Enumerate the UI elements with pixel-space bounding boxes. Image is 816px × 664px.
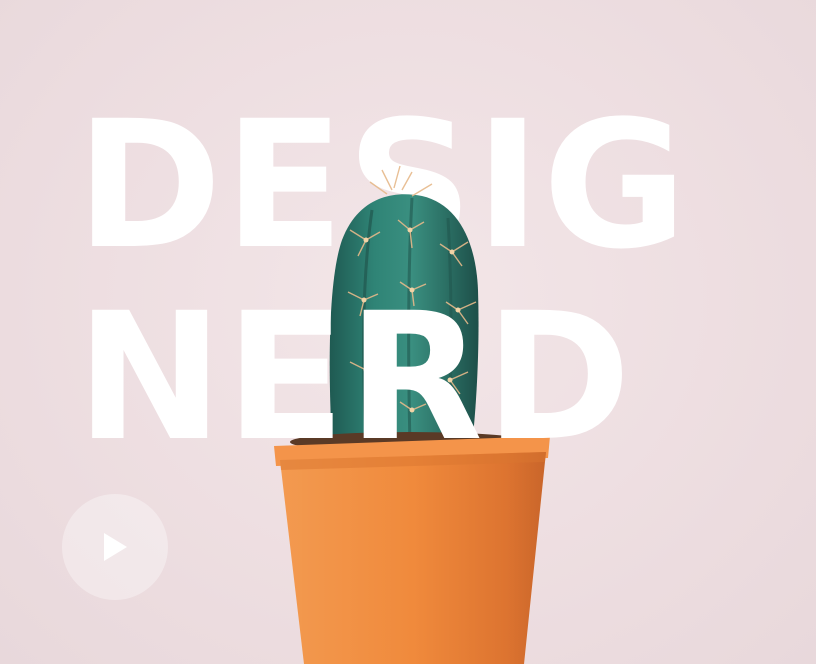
play-icon: [104, 533, 127, 561]
hero-section: DESIG NERD: [0, 0, 816, 664]
headline-line-2: NERD: [76, 275, 634, 480]
play-button[interactable]: [62, 494, 168, 600]
